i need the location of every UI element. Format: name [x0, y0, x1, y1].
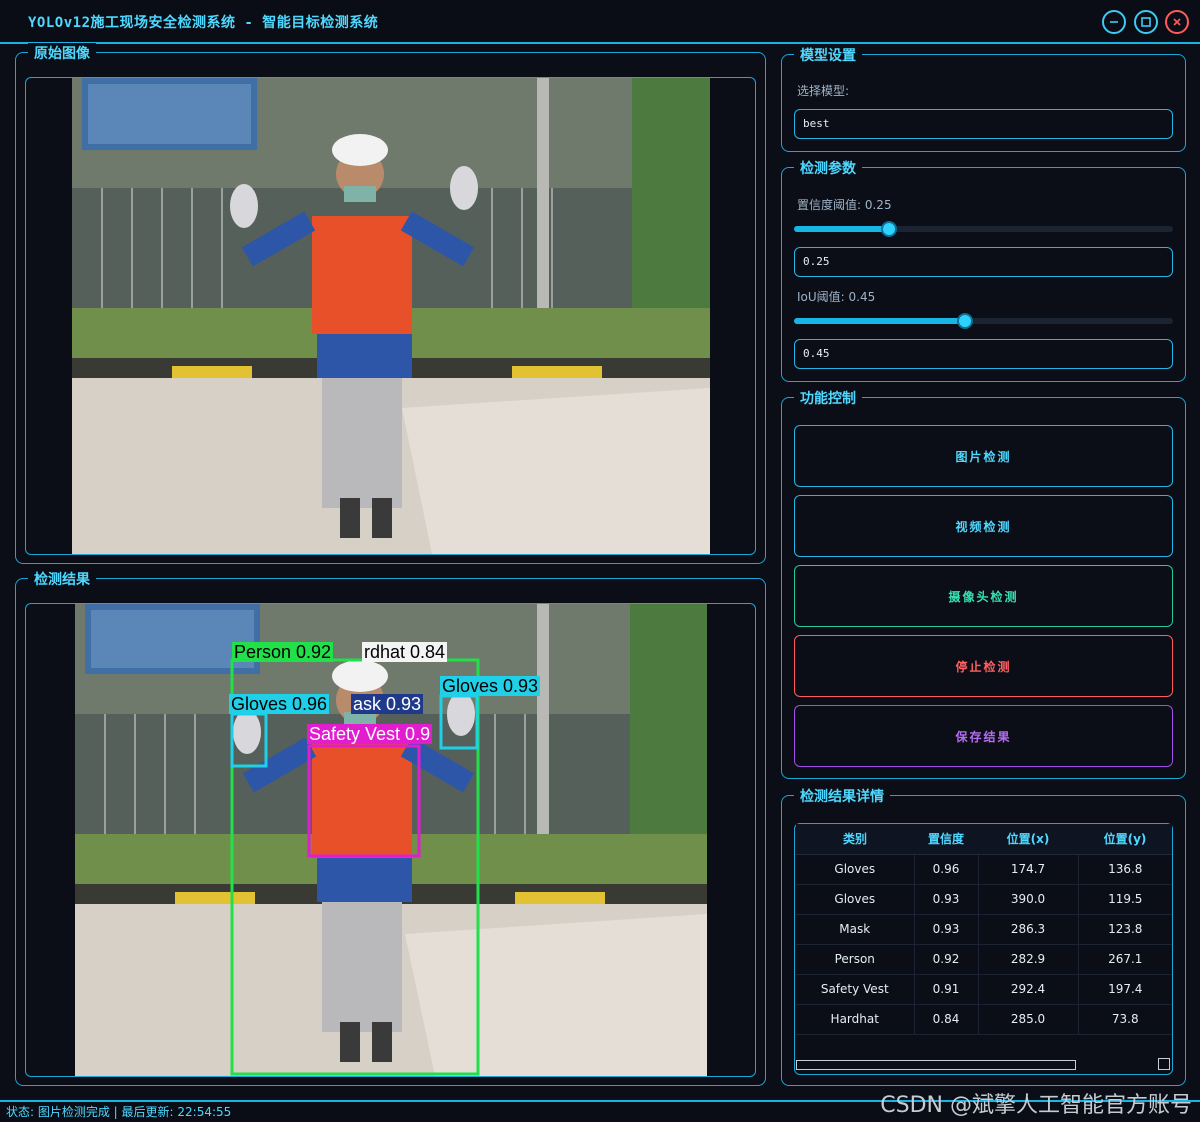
cell-position-x: 286.3	[978, 914, 1079, 945]
select-model-label: 选择模型:	[797, 84, 850, 98]
iou-slider-fill	[794, 318, 965, 324]
detection-details-title: 检测结果详情	[794, 786, 890, 806]
confidence-slider[interactable]	[794, 221, 1173, 237]
cell-confidence: 0.84	[914, 1004, 979, 1035]
video-detect-button[interactable]: 视频检测	[794, 495, 1173, 557]
cell-confidence: 0.92	[914, 944, 979, 975]
cell-position-y: 197.4	[1078, 974, 1172, 1005]
minimize-button[interactable]	[1102, 10, 1126, 34]
scrollbar-thumb[interactable]	[796, 1060, 1076, 1070]
detection-label-safety-vest: Safety Vest 0.9	[307, 724, 433, 744]
cell-position-y: 267.1	[1078, 944, 1172, 975]
cell-class: Safety Vest	[796, 974, 915, 1005]
iou-slider[interactable]	[794, 313, 1173, 329]
stop-detect-button[interactable]: 停止检测	[794, 635, 1173, 697]
model-select[interactable]: best	[794, 109, 1173, 139]
cell-confidence: 0.93	[914, 884, 979, 915]
cell-position-x: 282.9	[978, 944, 1079, 975]
table-row[interactable]: Person 0.92 282.9 267.1	[796, 944, 1172, 975]
detection-result-title: 检测结果	[28, 569, 96, 589]
details-table: 类别 置信度 位置(x) 位置(y) Gloves 0.96 174.7 136…	[796, 824, 1172, 1035]
header-position-x[interactable]: 位置(x)	[978, 824, 1078, 855]
table-row[interactable]: Hardhat 0.84 285.0 73.8	[796, 1004, 1172, 1035]
header-confidence[interactable]: 置信度	[914, 824, 978, 855]
iou-slider-handle[interactable]	[957, 313, 973, 329]
cell-class: Gloves	[796, 854, 915, 885]
original-photo	[72, 78, 710, 554]
window-title: YOLOv12施工现场安全检测系统 - 智能目标检测系统	[28, 15, 379, 31]
camera-detect-button[interactable]: 摄像头检测	[794, 565, 1173, 627]
detection-result-frame: Person 0.92 rdhat 0.84 Gloves 0.96 ask 0…	[25, 603, 756, 1077]
annotated-worker-image	[75, 604, 707, 1076]
detection-label-gloves-right: Gloves 0.93	[440, 676, 541, 696]
table-row[interactable]: Safety Vest 0.91 292.4 197.4	[796, 974, 1172, 1005]
original-image-title: 原始图像	[28, 43, 96, 63]
detection-label-gloves-left: Gloves 0.96	[229, 694, 330, 714]
title-bar: YOLOv12施工现场安全检测系统 - 智能目标检测系统	[0, 0, 1200, 44]
cell-confidence: 0.93	[914, 914, 979, 945]
maximize-button[interactable]	[1134, 10, 1158, 34]
detection-label-mask: ask 0.93	[351, 694, 424, 714]
original-image-frame	[25, 77, 756, 555]
original-image-panel: 原始图像	[15, 43, 766, 564]
cell-class: Gloves	[796, 884, 915, 915]
model-settings-title: 模型设置	[794, 45, 862, 65]
cell-position-x: 390.0	[978, 884, 1079, 915]
detection-label-person: Person 0.92	[232, 642, 334, 662]
csdn-watermark: CSDN @斌擎人工智能官方账号	[880, 1093, 1192, 1118]
detection-label-hardhat: rdhat 0.84	[362, 642, 448, 662]
close-button[interactable]	[1165, 10, 1189, 34]
cell-position-x: 174.7	[978, 854, 1079, 885]
construction-worker-image	[72, 78, 710, 554]
header-position-y[interactable]: 位置(y)	[1078, 824, 1172, 855]
iou-input[interactable]: 0.45	[794, 339, 1173, 369]
iou-label: IoU阈值: 0.45	[797, 290, 876, 304]
cell-confidence: 0.96	[914, 854, 979, 885]
confidence-slider-fill	[794, 226, 889, 232]
table-row[interactable]: Gloves 0.93 390.0 119.5	[796, 884, 1172, 915]
table-row[interactable]: Mask 0.93 286.3 123.8	[796, 914, 1172, 945]
cell-class: Person	[796, 944, 915, 975]
close-icon	[1173, 18, 1181, 26]
confidence-input[interactable]: 0.25	[794, 247, 1173, 277]
function-control-title: 功能控制	[794, 388, 862, 408]
confidence-label: 置信度阈值: 0.25	[797, 198, 892, 212]
table-row[interactable]: Gloves 0.96 174.7 136.8	[796, 854, 1172, 885]
minimize-icon	[1110, 21, 1118, 23]
save-result-button[interactable]: 保存结果	[794, 705, 1173, 767]
table-horizontal-scrollbar[interactable]	[796, 1058, 1172, 1072]
result-photo: Person 0.92 rdhat 0.84 Gloves 0.96 ask 0…	[75, 604, 707, 1076]
cell-position-y: 73.8	[1078, 1004, 1172, 1035]
confidence-slider-handle[interactable]	[881, 221, 897, 237]
cell-position-x: 285.0	[978, 1004, 1079, 1035]
maximize-icon	[1141, 17, 1151, 27]
scrollbar-end[interactable]	[1158, 1058, 1170, 1070]
cell-class: Hardhat	[796, 1004, 915, 1035]
header-class[interactable]: 类别	[796, 824, 914, 855]
cell-class: Mask	[796, 914, 915, 945]
table-header-row: 类别 置信度 位置(x) 位置(y)	[796, 824, 1172, 855]
cell-confidence: 0.91	[914, 974, 979, 1005]
cell-position-y: 119.5	[1078, 884, 1172, 915]
cell-position-x: 292.4	[978, 974, 1079, 1005]
image-detect-button[interactable]: 图片检测	[794, 425, 1173, 487]
detection-params-title: 检测参数	[794, 158, 862, 178]
cell-position-y: 136.8	[1078, 854, 1172, 885]
cell-position-y: 123.8	[1078, 914, 1172, 945]
detection-result-panel: 检测结果 Person 0.92 rdhat 0.84 Gloves 0.96 …	[15, 569, 766, 1086]
